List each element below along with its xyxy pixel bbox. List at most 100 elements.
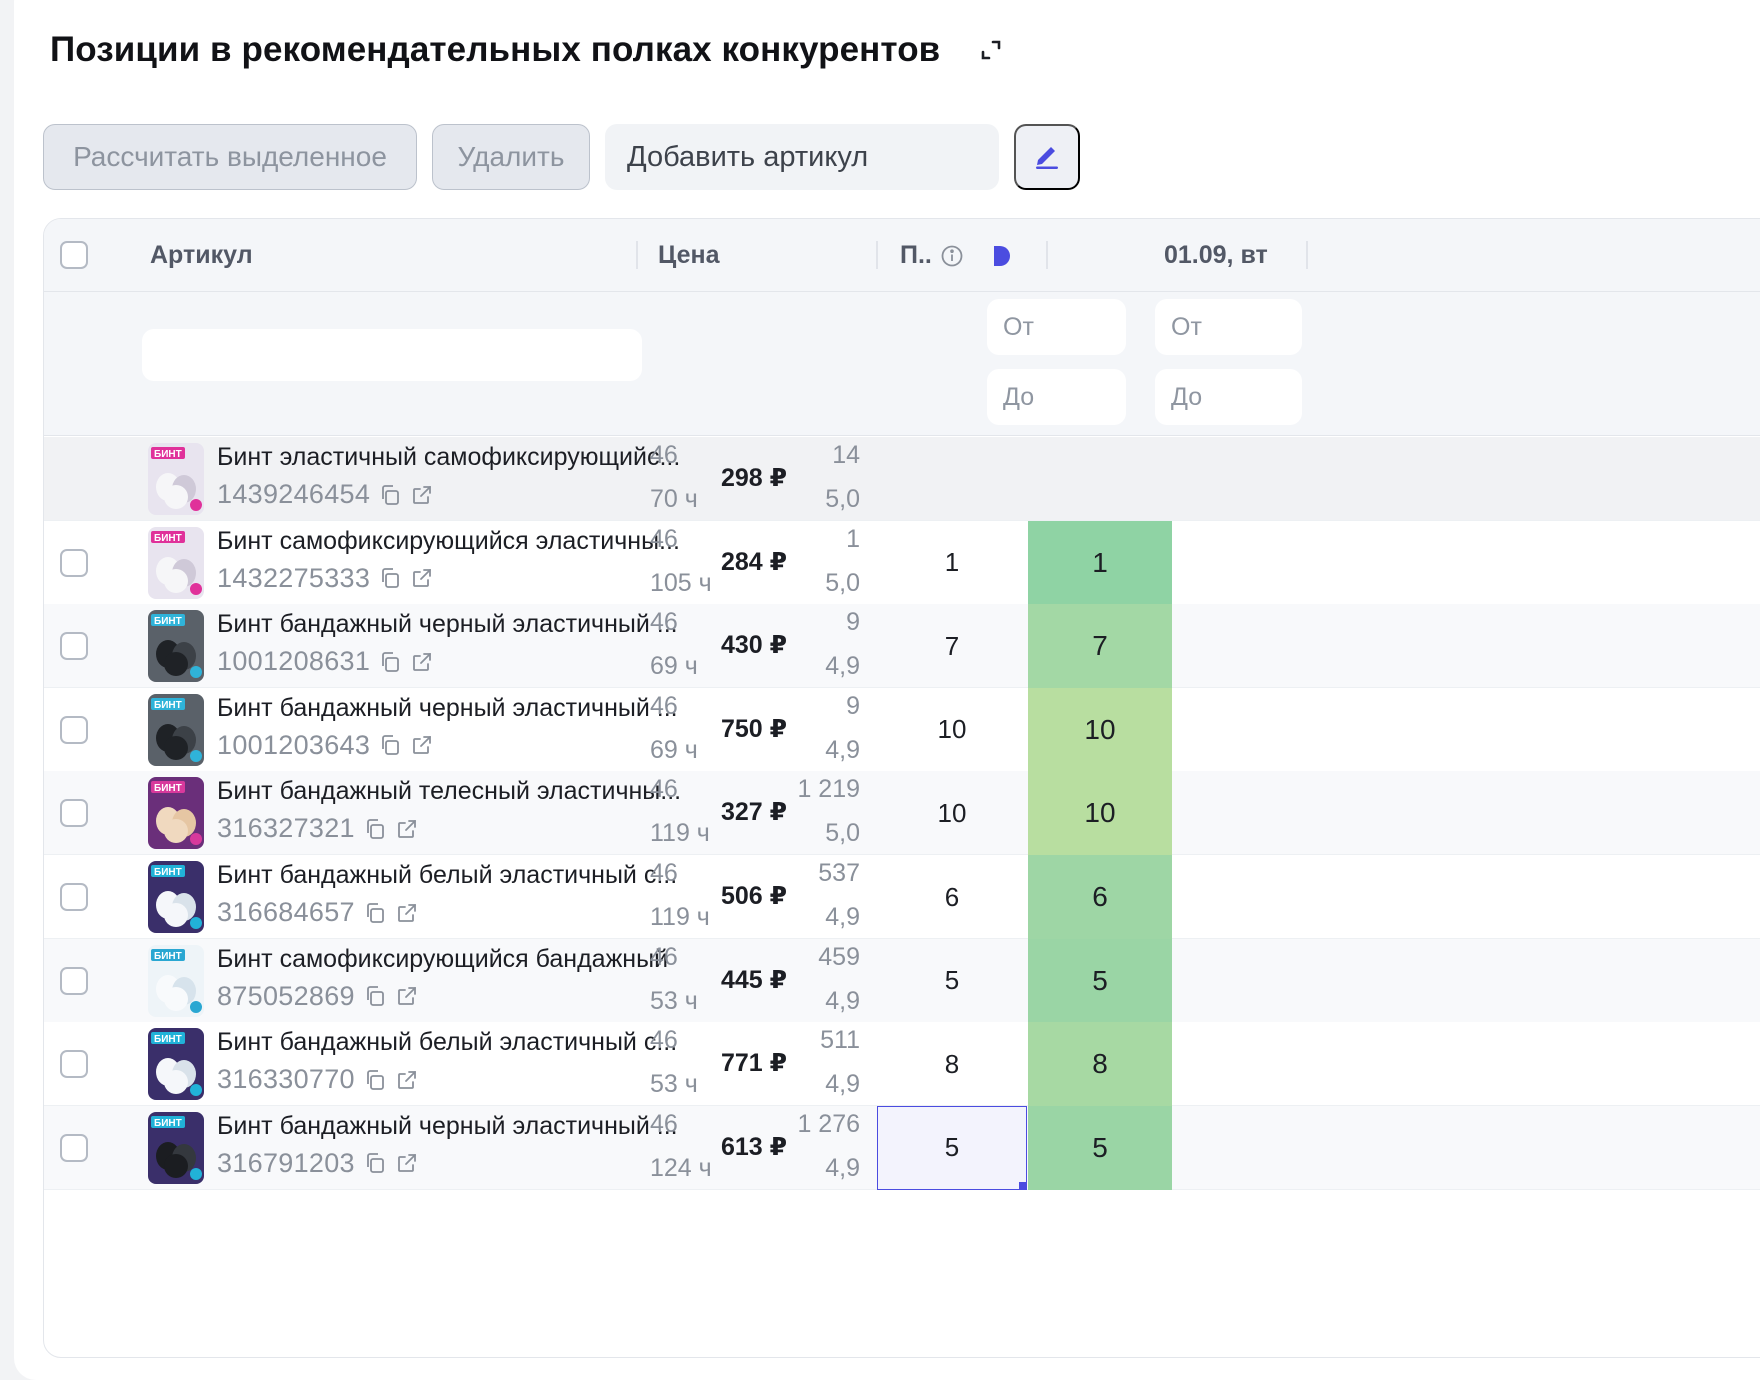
column-date[interactable]: 01.09, вт [1048, 219, 1268, 292]
copy-icon[interactable] [363, 901, 387, 925]
rating: 4,9 [825, 735, 860, 764]
date-position-cell[interactable]: 1 [1028, 520, 1172, 605]
position-cell[interactable]: 1 [877, 521, 1027, 605]
product-thumbnail[interactable]: БИНТ [148, 861, 204, 933]
table-row[interactable]: БИНТ Бинт бандажный белый эластичный с..… [44, 855, 1760, 939]
category-position: 46 [650, 524, 678, 553]
external-link-icon[interactable] [395, 901, 419, 925]
row-checkbox[interactable] [60, 1133, 88, 1162]
position-cell[interactable]: 6 [877, 855, 1027, 939]
date-position-cell[interactable]: 7 [1028, 604, 1172, 689]
date-position-value: 10 [1084, 713, 1116, 745]
product-thumbnail[interactable]: БИНТ [148, 944, 204, 1017]
position-cell[interactable]: 5 [877, 939, 1027, 1023]
product-name[interactable]: Бинт бандажный телесный эластичны... [217, 777, 681, 806]
date-position-cell[interactable]: 10 [1028, 687, 1172, 772]
table-row[interactable]: БИНТ Бинт эластичный самофиксирующийс...… [44, 437, 1760, 521]
product-name[interactable]: Бинт самофиксирующийся бандажный [217, 945, 668, 974]
position-from-input[interactable]: От [987, 299, 1126, 355]
copy-icon[interactable] [363, 984, 387, 1008]
product-thumbnail[interactable]: БИНТ [148, 1028, 204, 1101]
table-row[interactable]: БИНТ Бинт бандажный черный эластичный ..… [44, 687, 1760, 772]
row-checkbox[interactable] [60, 715, 88, 744]
product-name[interactable]: Бинт эластичный самофиксирующийс... [217, 443, 680, 472]
external-link-icon[interactable] [395, 984, 419, 1008]
table-row[interactable]: БИНТ Бинт бандажный белый эластичный с..… [44, 1022, 1760, 1107]
date-position-cell[interactable]: 5 [1028, 938, 1172, 1023]
product-name[interactable]: Бинт бандажный черный эластичный ... [217, 1112, 678, 1141]
product-sku-row: 1001203643 [217, 730, 434, 761]
product-thumbnail[interactable]: БИНТ [148, 443, 204, 515]
position-to-input[interactable]: До [987, 369, 1126, 425]
product-name[interactable]: Бинт бандажный белый эластичный с... [217, 861, 677, 890]
copy-icon[interactable] [378, 566, 402, 590]
table-row[interactable]: БИНТ Бинт бандажный черный эластичный ..… [44, 1105, 1760, 1190]
product-thumbnail[interactable]: БИНТ [148, 526, 204, 599]
product-sku-row: 1432275333 [217, 563, 434, 594]
position-cell[interactable]: 7 [877, 604, 1027, 688]
edit-button[interactable] [1014, 124, 1080, 190]
info-icon[interactable] [940, 244, 964, 268]
row-checkbox[interactable] [60, 799, 88, 828]
product-name[interactable]: Бинт самофиксирующийся эластичны... [217, 527, 680, 556]
select-all-checkbox[interactable] [60, 241, 88, 269]
external-link-icon[interactable] [395, 1151, 419, 1175]
row-checkbox[interactable] [60, 632, 88, 661]
date-position-cell[interactable]: 6 [1028, 855, 1172, 939]
row-checkbox[interactable] [60, 966, 88, 995]
sort-indicator-icon[interactable] [990, 243, 1014, 269]
copy-icon[interactable] [378, 650, 402, 674]
copy-icon[interactable] [378, 733, 402, 757]
date-position-cell[interactable]: 10 [1028, 771, 1172, 856]
add-article-input[interactable]: Добавить артикул [605, 124, 999, 190]
product-name[interactable]: Бинт бандажный черный эластичный ... [217, 610, 678, 639]
date-position-cell[interactable]: 8 [1028, 1022, 1172, 1107]
row-checkbox[interactable] [60, 883, 88, 911]
product-thumbnail[interactable]: БИНТ [148, 693, 204, 766]
external-link-icon[interactable] [410, 566, 434, 590]
row-checkbox[interactable] [60, 548, 88, 577]
copy-icon[interactable] [363, 1151, 387, 1175]
external-link-icon[interactable] [410, 650, 434, 674]
svg-text:БИНТ: БИНТ [154, 951, 182, 962]
article-filter-input[interactable] [142, 329, 642, 381]
external-link-icon[interactable] [395, 1068, 419, 1092]
date-position-cell[interactable] [1028, 437, 1172, 521]
position-cell[interactable]: 8 [877, 1022, 1027, 1106]
table-row[interactable]: БИНТ Бинт самофиксирующийся эластичны...… [44, 520, 1760, 605]
sales-count: 9 [846, 691, 860, 720]
position-cell[interactable]: 10 [877, 771, 1027, 855]
position-cell[interactable]: 10 [877, 688, 1027, 772]
external-link-icon[interactable] [410, 733, 434, 757]
product-thumbnail[interactable]: БИНТ [148, 610, 204, 683]
product-name[interactable]: Бинт бандажный черный эластичный ... [217, 694, 678, 723]
product-thumbnail[interactable]: БИНТ [148, 777, 204, 850]
column-position-header[interactable]: П.. [900, 219, 1014, 292]
position-cell[interactable] [877, 437, 1027, 521]
product-sku-row: 316330770 [217, 1064, 419, 1095]
date-from-input[interactable]: От [1155, 299, 1302, 355]
column-article[interactable]: Артикул [150, 219, 253, 292]
external-link-icon[interactable] [410, 483, 434, 507]
expand-icon[interactable] [976, 35, 1006, 65]
table-row[interactable]: БИНТ Бинт бандажный телесный эластичны..… [44, 771, 1760, 856]
date-position-cell[interactable]: 5 [1028, 1105, 1172, 1190]
product-sku-row: 875052869 [217, 981, 419, 1012]
row-checkbox[interactable] [60, 1050, 88, 1079]
date-to-input[interactable]: До [1155, 369, 1302, 425]
selection-handle[interactable] [1019, 1181, 1027, 1190]
product-thumbnail[interactable]: БИНТ [148, 1111, 204, 1184]
column-price[interactable]: Цена [658, 219, 719, 292]
calculate-selected-button[interactable]: Рассчитать выделенное [43, 124, 417, 190]
copy-icon[interactable] [363, 1068, 387, 1092]
svg-text:БИНТ: БИНТ [154, 783, 182, 794]
external-link-icon[interactable] [395, 817, 419, 841]
product-name[interactable]: Бинт бандажный белый эластичный с... [217, 1028, 677, 1057]
table-row[interactable]: БИНТ Бинт самофиксирующийся бандажный 87… [44, 938, 1760, 1023]
copy-icon[interactable] [378, 483, 402, 507]
copy-icon[interactable] [363, 817, 387, 841]
table-row[interactable]: БИНТ Бинт бандажный черный эластичный ..… [44, 604, 1760, 689]
rating: 4,9 [825, 652, 860, 681]
delete-button[interactable]: Удалить [432, 124, 590, 190]
position-cell[interactable]: 5 [877, 1105, 1027, 1190]
